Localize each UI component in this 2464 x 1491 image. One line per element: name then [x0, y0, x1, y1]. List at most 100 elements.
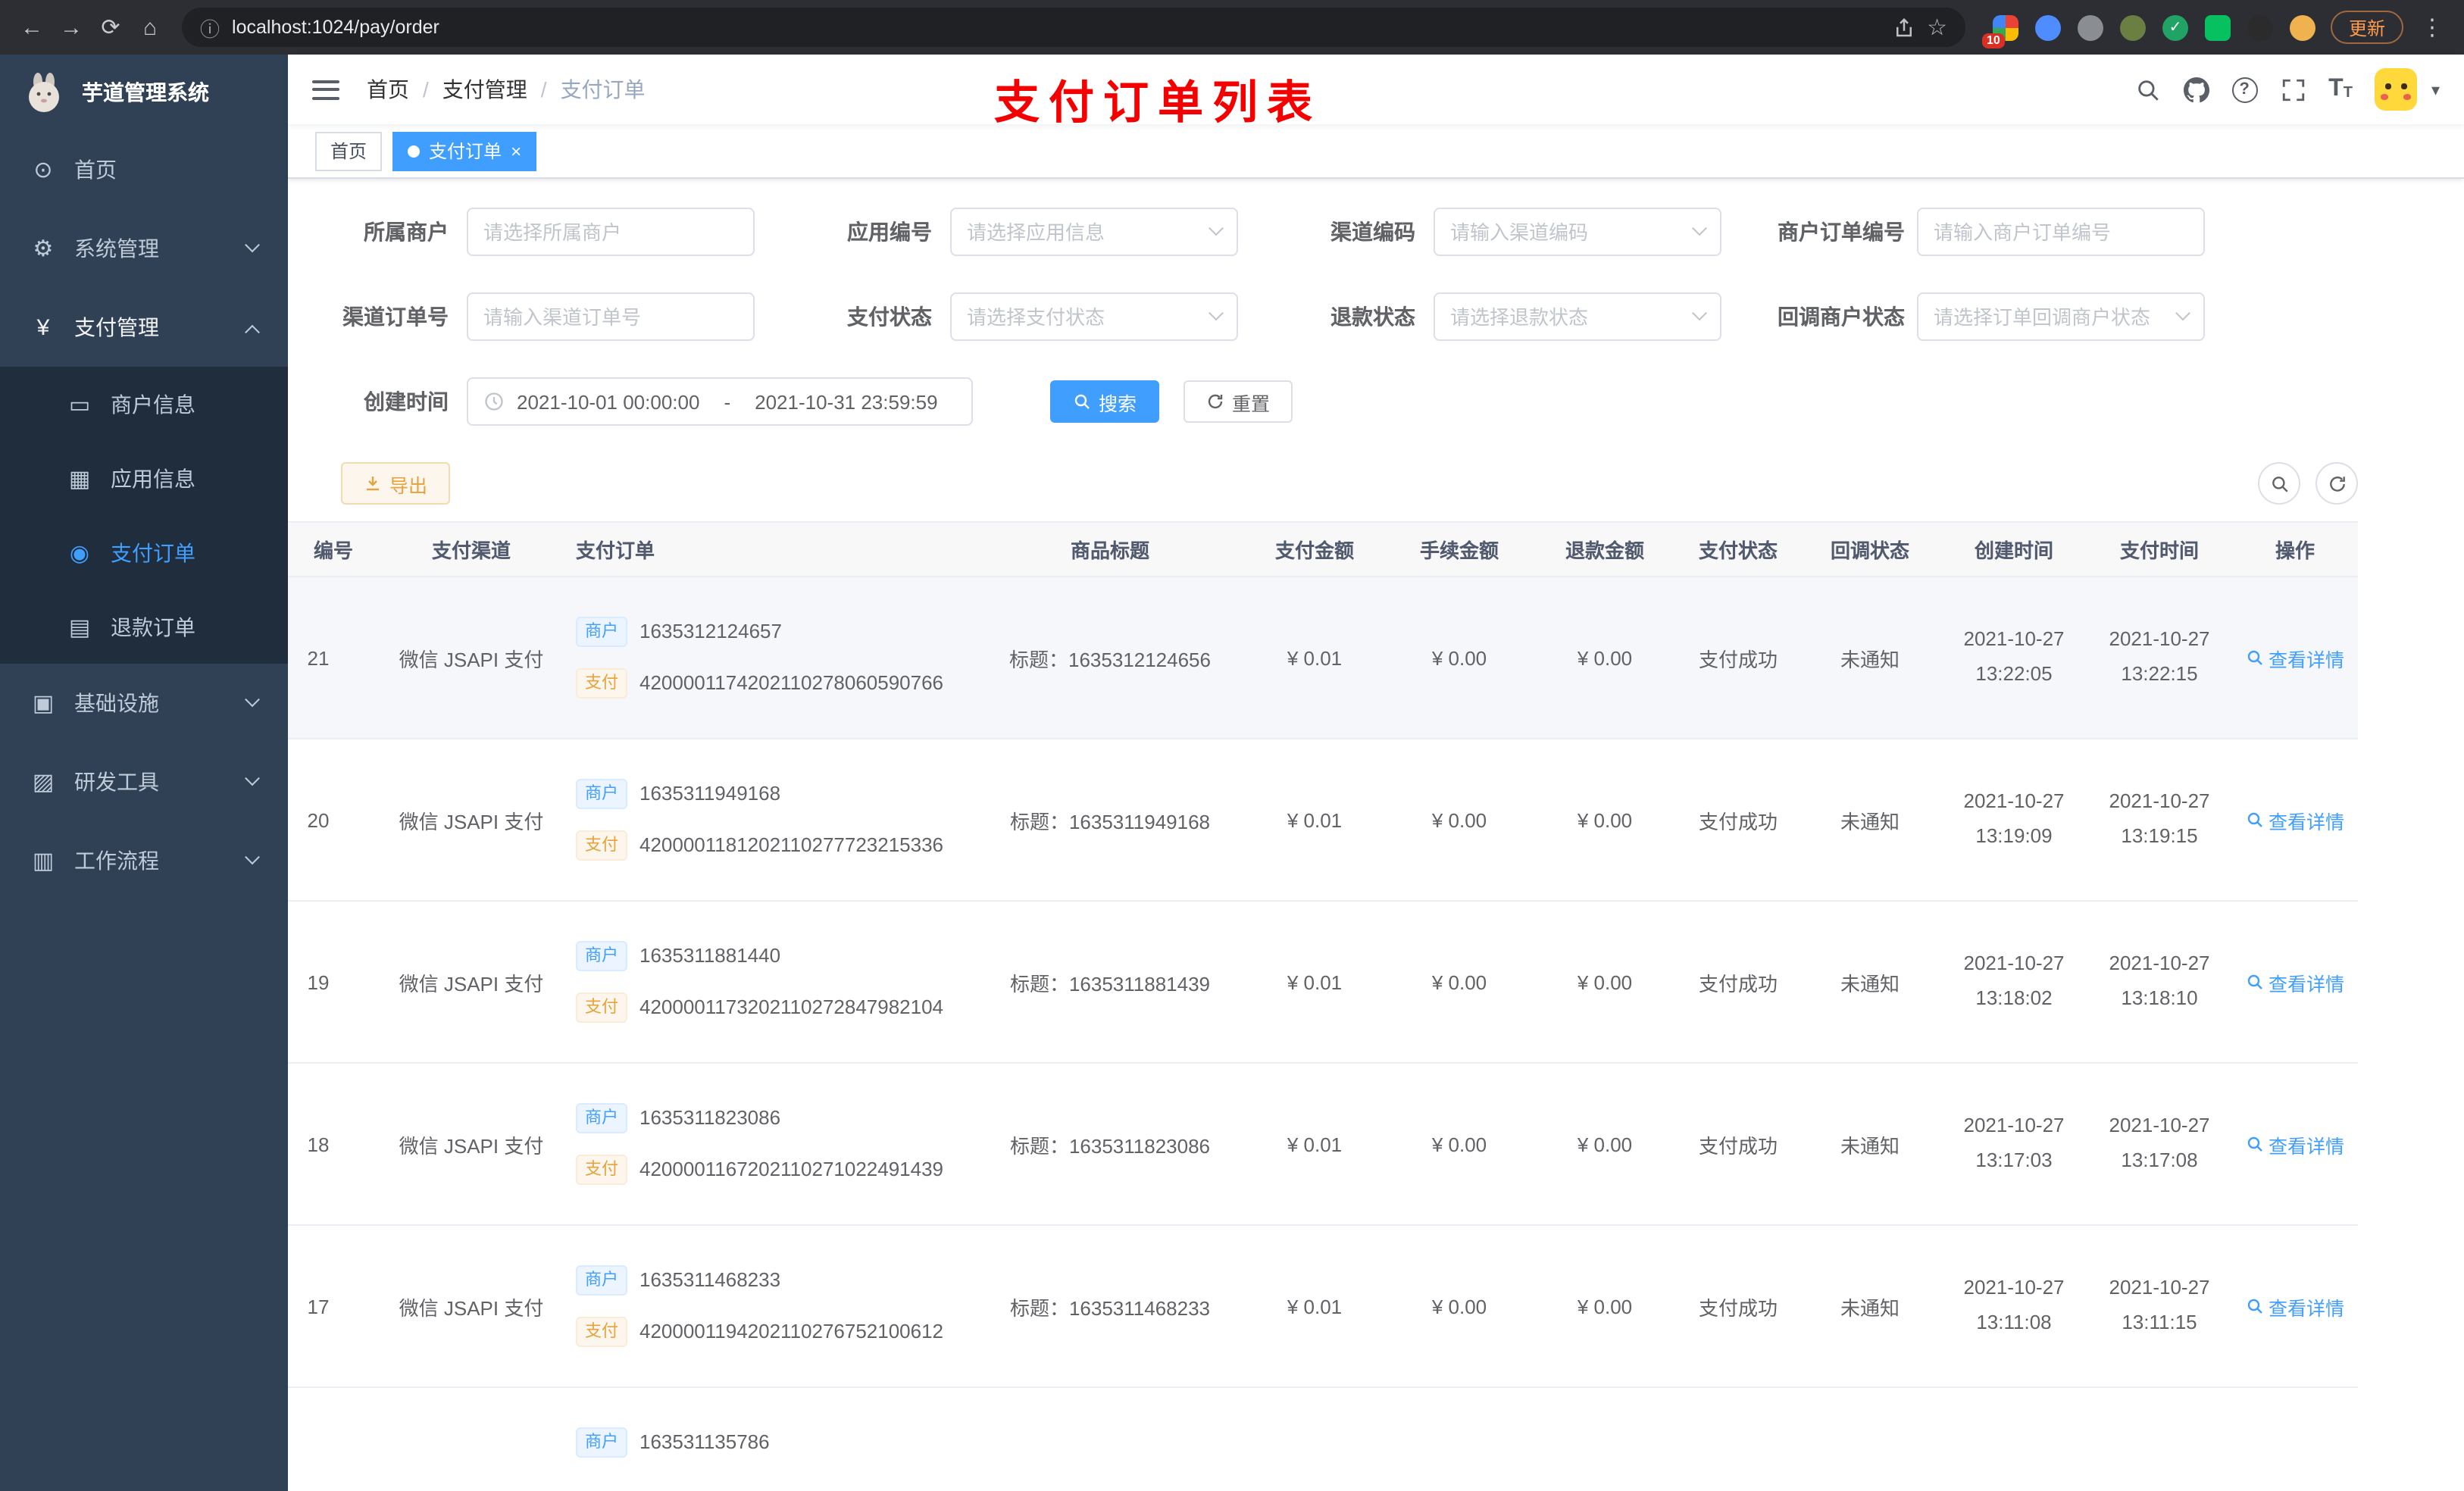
- date-separator: -: [724, 390, 731, 413]
- home-icon[interactable]: ⌂: [130, 8, 170, 47]
- merchant-order-no-input[interactable]: [1917, 208, 2205, 256]
- share-icon[interactable]: [1892, 16, 1915, 39]
- search-icon: [2247, 1136, 2262, 1152]
- header-actions: ? TT ▾: [2134, 68, 2440, 111]
- app-logo[interactable]: 芋道管理系统: [0, 55, 288, 130]
- create-time: 13:19:09: [1975, 824, 2053, 847]
- refund-status-select[interactable]: [1434, 292, 1721, 341]
- owner-merchant-input[interactable]: [467, 208, 755, 256]
- search-icon: [1074, 394, 1090, 409]
- fullscreen-icon[interactable]: [2280, 77, 2306, 102]
- extensions-area: 10 ✓: [1981, 14, 2315, 48]
- cell-notify: 未通知: [1799, 1225, 1941, 1388]
- pay-status-field[interactable]: [967, 305, 1202, 328]
- search-button-label: 搜索: [1099, 393, 1137, 414]
- title-prefix: 标题：: [1009, 1296, 1069, 1319]
- breadcrumb-payment[interactable]: 支付管理: [442, 74, 527, 105]
- refund-status-field[interactable]: [1450, 305, 1685, 328]
- sidebar-item-refund-orders[interactable]: ▤ 退款订单: [0, 589, 288, 664]
- sidebar-toggle-icon[interactable]: [312, 80, 339, 99]
- channel-order-no-input[interactable]: [467, 292, 755, 341]
- extension-gray-icon[interactable]: [2077, 14, 2103, 40]
- extension-check-icon[interactable]: ✓: [2162, 14, 2188, 40]
- sidebar-item-pay-orders[interactable]: ◉ 支付订单: [0, 515, 288, 589]
- filter-create-time: 创建时间 2021-10-01 00:00:00 - 2021-10-31 23…: [327, 377, 973, 426]
- github-icon[interactable]: [2183, 77, 2209, 102]
- sidebar-item-workflow[interactable]: ▥ 工作流程: [0, 821, 288, 900]
- view-detail-link[interactable]: 查看详情: [2246, 1130, 2344, 1158]
- toggle-search-button[interactable]: [2258, 462, 2300, 505]
- reset-button[interactable]: 重置: [1184, 380, 1293, 423]
- cell-fee: ¥ 0.00: [1387, 739, 1532, 902]
- refresh-table-button[interactable]: [2315, 462, 2358, 505]
- view-detail-link[interactable]: 查看详情: [2246, 967, 2344, 996]
- extension-green-book-icon[interactable]: [2204, 14, 2231, 40]
- extension-colorful-icon[interactable]: 10: [1981, 14, 2018, 48]
- column-header-channel: 支付渠道: [379, 521, 564, 577]
- extension-face-icon[interactable]: [2289, 14, 2315, 40]
- view-detail-link[interactable]: 查看详情: [2246, 1292, 2344, 1321]
- dashboard-icon: ⊙: [33, 158, 53, 183]
- app-no-field[interactable]: [967, 220, 1202, 243]
- date-range-picker[interactable]: 2021-10-01 00:00:00 - 2021-10-31 23:59:5…: [467, 377, 973, 426]
- cell-fee: ¥ 0.00: [1387, 577, 1532, 739]
- sidebar-item-home[interactable]: ⊙ 首页: [0, 130, 288, 209]
- cell-order: 商户 1635311823086 支付 42000011672021102710…: [564, 1063, 977, 1226]
- tab-pay-orders[interactable]: 支付订单 ×: [392, 131, 537, 170]
- owner-merchant-field[interactable]: [483, 220, 738, 243]
- devtools-icon: ▨: [32, 770, 55, 796]
- merchant-order-no-field[interactable]: [1934, 220, 2188, 243]
- gear-icon: ⚙: [33, 236, 54, 262]
- sidebar-item-infrastructure[interactable]: ▣ 基础设施: [0, 664, 288, 742]
- browser-toolbar: ← → ⟳ ⌂ ⓘ localhost:1024/pay/order ☆ 10 …: [0, 0, 2464, 55]
- close-icon[interactable]: ×: [511, 142, 521, 160]
- channel-code-field[interactable]: [1450, 220, 1685, 243]
- extension-blue-icon[interactable]: [2034, 14, 2061, 40]
- tab-home[interactable]: 首页: [315, 131, 383, 170]
- browser-update-button[interactable]: 更新: [2330, 11, 2403, 44]
- search-icon[interactable]: [2134, 77, 2160, 102]
- site-info-icon[interactable]: ⓘ: [200, 13, 220, 42]
- user-avatar[interactable]: [2375, 68, 2418, 111]
- pay-tag: 支付: [576, 830, 627, 861]
- bookmark-star-icon[interactable]: ☆: [1927, 14, 1947, 41]
- cell-id: 17: [288, 1225, 379, 1388]
- cell-create-time: 2021-10-27 13:18:02: [1941, 901, 2087, 1064]
- forward-icon[interactable]: →: [52, 8, 91, 47]
- tab-label: 支付订单: [429, 141, 502, 162]
- chevron-down-icon: [1692, 220, 1707, 236]
- pay-status-select[interactable]: [950, 292, 1238, 341]
- notify-status-select[interactable]: [1917, 292, 2205, 341]
- channel-order-no-field[interactable]: [483, 305, 738, 328]
- search-button[interactable]: 搜索: [1050, 380, 1160, 423]
- notify-status-field[interactable]: [1934, 305, 2169, 328]
- filter-label: 商户订单编号: [1778, 220, 1905, 244]
- sidebar-item-payment[interactable]: ¥ 支付管理: [0, 288, 288, 367]
- cell-order: 商户 1635312124657 支付 42000011742021102780…: [564, 577, 977, 739]
- extension-dark-icon[interactable]: [2247, 14, 2273, 40]
- sidebar-item-system[interactable]: ⚙ 系统管理: [0, 209, 288, 288]
- font-size-icon[interactable]: TT: [2328, 77, 2353, 102]
- sidebar-item-merchant-info[interactable]: ▭ 商户信息: [0, 367, 288, 441]
- cell-amount: ¥ 0.01: [1243, 901, 1387, 1064]
- title-prefix: 标题：: [1009, 810, 1069, 833]
- pay-time: 13:17:08: [2121, 1149, 2198, 1171]
- export-button[interactable]: 导出: [341, 462, 451, 505]
- sidebar-item-devtools[interactable]: ▨ 研发工具: [0, 742, 288, 821]
- chevron-down-icon[interactable]: ▾: [2431, 80, 2440, 99]
- browser-menu-icon[interactable]: ⋮: [2412, 8, 2452, 47]
- help-icon[interactable]: ?: [2231, 77, 2258, 102]
- breadcrumb-home[interactable]: 首页: [367, 74, 409, 105]
- extension-olive-icon[interactable]: [2119, 14, 2146, 40]
- cell-actions: 查看详情: [2232, 1063, 2358, 1226]
- chevron-down-icon: [245, 691, 260, 707]
- back-icon[interactable]: ←: [12, 8, 52, 47]
- view-detail-link[interactable]: 查看详情: [2246, 643, 2344, 672]
- address-bar[interactable]: ⓘ localhost:1024/pay/order ☆: [182, 8, 1965, 47]
- app-no-select[interactable]: [950, 208, 1238, 256]
- reload-icon[interactable]: ⟳: [91, 8, 130, 47]
- channel-code-select[interactable]: [1434, 208, 1721, 256]
- cell-title: 标题：1635311468233: [977, 1225, 1243, 1388]
- view-detail-link[interactable]: 查看详情: [2246, 805, 2344, 834]
- sidebar-item-app-info[interactable]: ▦ 应用信息: [0, 441, 288, 515]
